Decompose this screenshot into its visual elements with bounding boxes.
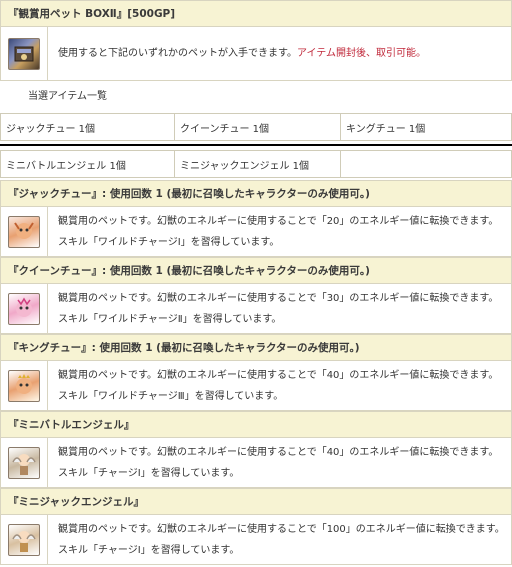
- pet-row: 観賞用のペットです。幻獣のエネルギーに使用することで「100」のエネルギー値に転…: [0, 515, 512, 565]
- pet-icon-cell: [1, 284, 48, 333]
- pet-icon-cell: [1, 515, 48, 564]
- jack-chu-pet-icon: [8, 215, 40, 248]
- box-description: 使用すると下記のいずれかのペットが入手できます。アイテム開封後、取引可能。: [48, 27, 436, 80]
- box-desc-main: 使用すると下記のいずれかのペットが入手できます。: [58, 48, 297, 59]
- pet-row: 観賞用のペットです。幻獣のエネルギーに使用することで「30」のエネルギー値に転換…: [0, 284, 512, 334]
- pet-header-text: 『ミニジャックエンジェル』: [8, 496, 144, 508]
- mini-battle-angel-pet-icon: [8, 446, 40, 479]
- pet-desc-line1: 観賞用のペットです。幻獣のエネルギーに使用することで「30」のエネルギー値に転換…: [58, 292, 499, 304]
- queen-chu-pet-icon: [8, 292, 40, 325]
- pet-desc-line1: 観賞用のペットです。幻獣のエネルギーに使用することで「20」のエネルギー値に転換…: [58, 215, 499, 227]
- pet-header-text: 『ジャックチュー』: 使用回数 1 (最初に召喚したキャラクターのみ使用可。): [8, 188, 370, 200]
- pet-desc-line2: スキル「チャージⅠ」を習得しています。: [58, 467, 240, 479]
- pet-desc-line1: 観賞用のペットです。幻獣のエネルギーに使用することで「100」のエネルギー値に転…: [58, 523, 505, 535]
- pet-row: 観賞用のペットです。幻獣のエネルギーに使用することで「40」のエネルギー値に転換…: [0, 361, 512, 411]
- pet-desc-line2: スキル「ワイルドチャージⅢ」を習得しています。: [58, 390, 284, 402]
- pet-row: 観賞用のペットです。幻獣のエネルギーに使用することで「40」のエネルギー値に転換…: [0, 438, 512, 488]
- pet-header: 『ジャックチュー』: 使用回数 1 (最初に召喚したキャラクターのみ使用可。): [0, 180, 512, 207]
- box-icon-cell: [1, 27, 48, 80]
- prize-cell: クイーンチュー 1個: [175, 114, 341, 140]
- prize-grid-row-1: ジャックチュー 1個 クイーンチュー 1個 キングチュー 1個: [0, 113, 512, 141]
- pet-header-text: 『ミニバトルエンジェル』: [8, 419, 135, 431]
- pet-desc-line2: スキル「ワイルドチャージⅠ」を習得しています。: [58, 236, 280, 248]
- pet-desc-line2: スキル「ワイルドチャージⅡ」を習得しています。: [58, 313, 282, 325]
- pet-icon-cell: [1, 361, 48, 410]
- pet-header: 『キングチュー』: 使用回数 1 (最初に召喚したキャラクターのみ使用可。): [0, 334, 512, 361]
- prize-cell: ジャックチュー 1個: [1, 114, 175, 140]
- pet-description: 観賞用のペットです。幻獣のエネルギーに使用することで「40」のエネルギー値に転換…: [48, 438, 508, 487]
- prize-cell: ミニバトルエンジェル 1個: [1, 151, 175, 177]
- box-item-icon: [8, 37, 40, 70]
- pet-description: 観賞用のペットです。幻獣のエネルギーに使用することで「30」のエネルギー値に転換…: [48, 284, 508, 333]
- mini-jack-angel-pet-icon: [8, 523, 40, 556]
- pet-description: 観賞用のペットです。幻獣のエネルギーに使用することで「20」のエネルギー値に転換…: [48, 207, 508, 256]
- pet-header: 『クイーンチュー』: 使用回数 1 (最初に召喚したキャラクターのみ使用可。): [0, 257, 512, 284]
- pet-header: 『ミニバトルエンジェル』: [0, 411, 512, 438]
- box-desc-tradable: アイテム開封後、取引可能。: [297, 48, 426, 59]
- pet-header: 『ミニジャックエンジェル』: [0, 488, 512, 515]
- divider-line: [0, 144, 512, 146]
- pet-description: 観賞用のペットです。幻獣のエネルギーに使用することで「40」のエネルギー値に転換…: [48, 361, 508, 410]
- pet-desc-line2: スキル「チャージⅠ」を習得しています。: [58, 544, 240, 556]
- pet-desc-line1: 観賞用のペットです。幻獣のエネルギーに使用することで「40」のエネルギー値に転換…: [58, 369, 499, 381]
- pet-icon-cell: [1, 438, 48, 487]
- prize-cell: ミニジャックエンジェル 1個: [175, 151, 341, 177]
- box-title-header: 『観賞用ペット BOXⅡ』[500GP]: [0, 0, 512, 27]
- pet-header-text: 『キングチュー』: 使用回数 1 (最初に召喚したキャラクターのみ使用可。): [8, 342, 360, 354]
- prize-cell: キングチュー 1個: [346, 123, 426, 135]
- pet-desc-line1: 観賞用のペットです。幻獣のエネルギーに使用することで「40」のエネルギー値に転換…: [58, 446, 499, 458]
- prize-list-heading: 当選アイテム一覧: [28, 91, 107, 102]
- pet-description: 観賞用のペットです。幻獣のエネルギーに使用することで「100」のエネルギー値に転…: [48, 515, 512, 564]
- pet-header-text: 『クイーンチュー』: 使用回数 1 (最初に召喚したキャラクターのみ使用可。): [8, 265, 370, 277]
- pet-row: 観賞用のペットです。幻獣のエネルギーに使用することで「20」のエネルギー値に転換…: [0, 207, 512, 257]
- box-title: 『観賞用ペット BOXⅡ』[500GP]: [8, 8, 176, 20]
- prize-cell: [341, 151, 511, 177]
- prize-grid-row-2: ミニバトルエンジェル 1個 ミニジャックエンジェル 1個: [0, 150, 512, 178]
- box-description-row: 使用すると下記のいずれかのペットが入手できます。アイテム開封後、取引可能。: [0, 27, 512, 81]
- pet-icon-cell: [1, 207, 48, 256]
- king-chu-pet-icon: [8, 369, 40, 402]
